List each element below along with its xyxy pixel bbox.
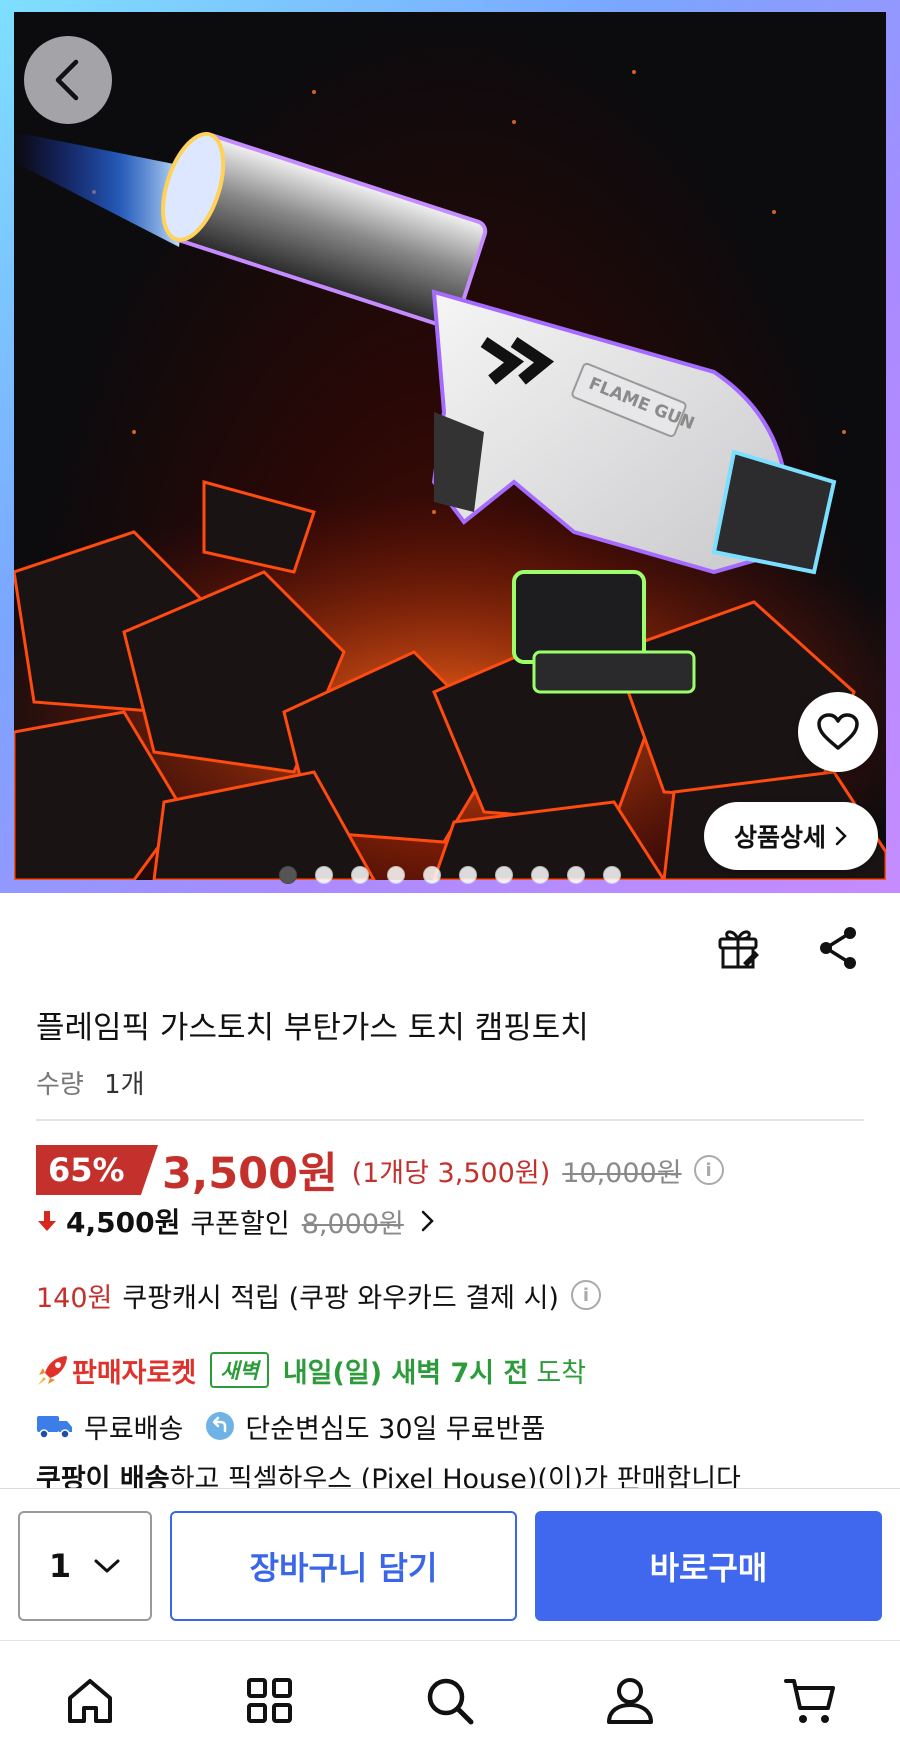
add-to-cart-button[interactable]: 장바구니 담기 (170, 1511, 517, 1621)
quantity-select[interactable]: 1 (18, 1511, 152, 1621)
carousel-dot[interactable] (423, 866, 441, 884)
category-icon (247, 1678, 292, 1723)
coupon-price: 4,500원 (66, 1206, 181, 1239)
purchase-bar: 1 장바구니 담기 바로구매 (0, 1488, 900, 1638)
cart-icon (784, 1679, 835, 1723)
carousel-dot[interactable] (495, 866, 513, 884)
delivery-row: 판매자로켓 새벽 내일(일) 새벽 7시 전 도착 (36, 1347, 586, 1393)
carousel-indicator (0, 866, 900, 888)
nav-my-coupang[interactable] (600, 1671, 660, 1731)
share-icon (820, 927, 856, 969)
free-return-label: 단순변심도 30일 무료반품 (245, 1413, 546, 1445)
dawn-delivery-badge: 새벽 (210, 1352, 269, 1388)
gift-button[interactable] (712, 922, 764, 974)
bottom-navigation (0, 1640, 900, 1755)
arrival-date: 내일(일) 새벽 7시 전 (282, 1357, 529, 1389)
rocket-icon (38, 1356, 67, 1385)
carousel-dot[interactable] (279, 866, 297, 884)
nav-cart[interactable] (780, 1671, 840, 1731)
discount-badge: 65% (36, 1145, 158, 1195)
back-button[interactable] (24, 36, 112, 124)
user-icon (607, 1678, 653, 1724)
quantity-value: 1개 (104, 1070, 145, 1100)
product-title: 플레임픽 가스토치 부탄가스 토치 캠핑토치 (36, 1010, 589, 1046)
price-info-icon[interactable]: i (693, 1155, 724, 1185)
coupon-row[interactable]: 4,500원 쿠폰할인 8,000원 (36, 1198, 436, 1244)
carousel-dot[interactable] (603, 866, 621, 884)
search-icon (427, 1678, 474, 1725)
return-icon (206, 1412, 235, 1440)
wishlist-button[interactable] (798, 692, 878, 772)
carousel-dot[interactable] (351, 866, 369, 884)
chevron-left-icon (55, 59, 79, 101)
quantity-info: 수량 1개 (36, 1064, 145, 1101)
shipping-row: 무료배송 단순변심도 30일 무료반품 (36, 1403, 545, 1449)
seller-info: 쿠팡이 배송하고 픽셀하우스 (Pixel House)(이)가 판매합니다 (36, 1458, 741, 1488)
unit-price: (1개당 3,500원) (351, 1157, 551, 1189)
arrow-down-icon (38, 1211, 56, 1231)
seller-text: 하고 픽셀하우스 (Pixel House)(이)가 판매합니다 (169, 1464, 741, 1488)
cashback-row: 140원 쿠팡캐시 적립 (쿠팡 와우카드 결제 시) i (36, 1272, 601, 1318)
product-image[interactable]: FLAME GUN 상품상세 (14, 12, 886, 880)
gift-icon (718, 930, 759, 969)
carousel-dot[interactable] (531, 866, 549, 884)
carousel-dot[interactable] (387, 866, 405, 884)
arrival-suffix: 도착 (536, 1357, 587, 1389)
product-detail-label: 상품상세 (733, 823, 826, 852)
sale-price: 3,500원 (162, 1149, 338, 1199)
product-image-carousel[interactable]: FLAME GUN 상품상세 (0, 0, 900, 893)
product-detail-button[interactable]: 상품상세 (704, 802, 878, 870)
nav-search[interactable] (420, 1671, 480, 1731)
free-shipping-label: 무료배송 (84, 1413, 184, 1445)
quantity-label: 수량 (36, 1070, 84, 1100)
nav-home[interactable] (60, 1671, 120, 1731)
cashback-amount: 140원 (36, 1282, 113, 1314)
carousel-dot[interactable] (567, 866, 585, 884)
heart-icon (817, 713, 859, 750)
chevron-down-icon (94, 1559, 120, 1573)
truck-icon (37, 1416, 72, 1439)
chevron-right-icon (835, 826, 847, 846)
divider (36, 1119, 864, 1121)
chevron-right-icon (421, 1210, 434, 1232)
coupon-original-price: 8,000원 (301, 1208, 404, 1240)
home-icon (68, 1679, 112, 1723)
price-row: 65% 3,500원 (1개당 3,500원) 10,000원 i (36, 1143, 724, 1199)
cashback-info-icon[interactable]: i (570, 1280, 601, 1310)
cashback-text: 쿠팡캐시 적립 (쿠팡 와우카드 결제 시) (122, 1282, 559, 1314)
coupon-label: 쿠폰할인 (190, 1208, 290, 1240)
nav-category[interactable] (240, 1671, 300, 1731)
carousel-dot[interactable] (459, 866, 477, 884)
original-price: 10,000원 (562, 1157, 682, 1189)
quantity-select-value: 1 (48, 1547, 72, 1585)
buy-now-button[interactable]: 바로구매 (535, 1511, 882, 1621)
carousel-dot[interactable] (315, 866, 333, 884)
share-button[interactable] (812, 922, 864, 974)
seller-rocket-label: 판매자로켓 (72, 1357, 197, 1389)
seller-delivery-strong: 쿠팡이 배송 (36, 1464, 170, 1488)
